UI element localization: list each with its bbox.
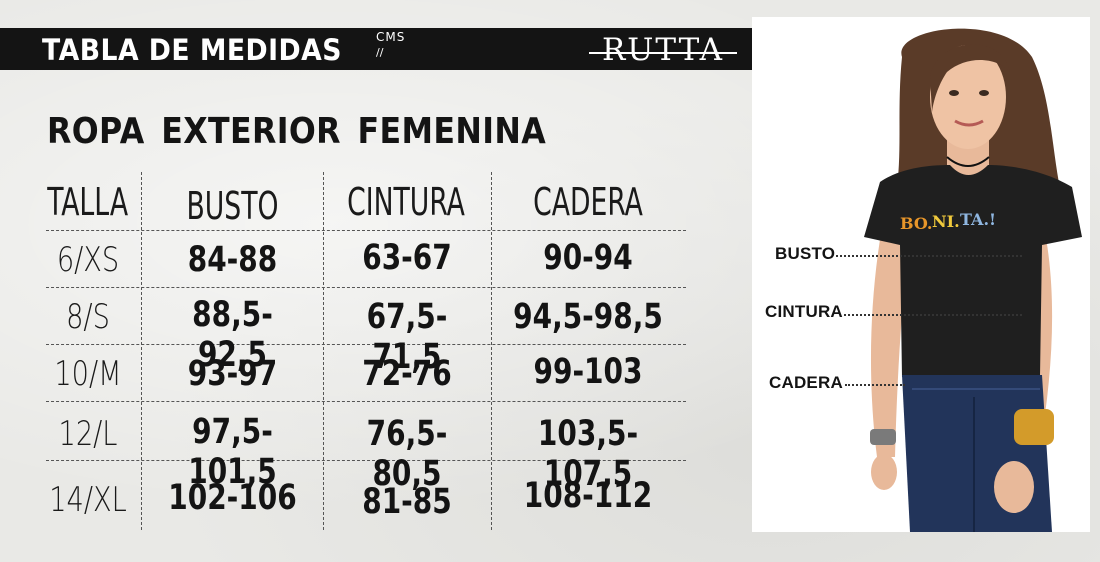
busto-cell: 93-97 [187,354,278,394]
cintura-cell: 81-85 [362,482,452,522]
row-divider [46,230,686,231]
shirt-text-1: BO. [900,214,932,233]
column-divider [323,172,324,530]
cadera-cell: 94,5-98,5 [513,297,663,337]
column-divider [141,172,142,530]
size-cell: 14/XL [49,480,127,520]
column-divider [491,172,492,530]
busto-cell: 102-106 [168,478,297,518]
size-table: TALLA BUSTO CINTURA CADERA 6/XS 84-88 63… [0,0,752,562]
busto-cell: 84-88 [187,240,278,280]
callout-busto: BUSTO [775,244,836,263]
column-header-talla: TALLA [47,180,129,224]
row-divider [46,401,686,402]
callout-cadera: CADERA [769,373,843,392]
column-header-cintura: CINTURA [347,180,465,224]
cadera-cell: 99-103 [533,352,643,392]
model-photo-panel: BO. NI. TA.! [752,17,1090,532]
cintura-cell: 63-67 [362,238,452,278]
leader-cadera [845,384,905,386]
size-cell: 8/S [66,297,110,337]
column-header-cadera: CADERA [533,180,643,224]
leader-busto [836,255,1022,257]
shirt-text-2: NI. [932,212,960,231]
column-header-busto: BUSTO [186,184,279,228]
cadera-cell: 90-94 [543,238,633,278]
cadera-cell: 108-112 [523,476,653,516]
callout-cintura: CINTURA [765,302,843,321]
shirt-text-3: TA.! [960,210,996,229]
size-cell: 10/M [54,354,122,394]
size-cell: 12/L [58,414,118,454]
cintura-cell: 72-76 [362,354,452,394]
leader-cintura [844,314,1022,316]
model-illustration: BO. NI. TA.! [864,28,1082,532]
size-cell: 6/XS [56,240,120,280]
row-divider [46,287,686,288]
